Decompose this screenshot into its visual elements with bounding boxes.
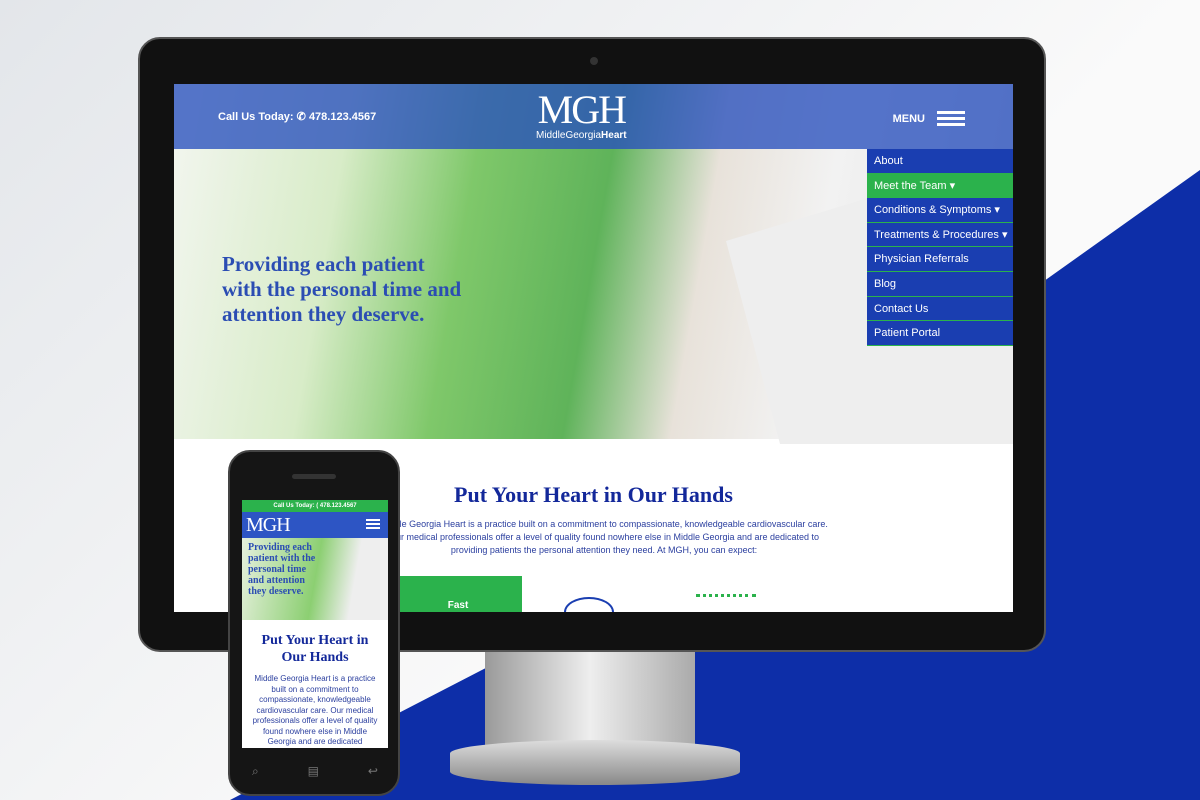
phone-icon: ✆ (296, 111, 306, 123)
logo[interactable]: MGH MiddleGeorgiaHeart (536, 87, 627, 142)
hero-tagline: Providing each patient with the personal… (222, 252, 462, 326)
mobile-section-body: Middle Georgia Heart is a practice built… (252, 674, 378, 746)
phone-buttons: ⌕ ▤ ↩ (252, 764, 378, 779)
hamburger-icon[interactable] (366, 517, 380, 531)
feature-icon (564, 597, 614, 612)
mobile-phone: Call Us Today: ( 478.123.4567 MGH Provid… (228, 450, 400, 796)
nav-item-about[interactable]: About (867, 149, 1013, 174)
mobile-hero: Providing each patient with the personal… (242, 538, 388, 620)
nav-item-patient-portal[interactable]: Patient Portal (867, 321, 1013, 346)
mobile-website: Call Us Today: ( 478.123.4567 MGH Provid… (242, 500, 388, 748)
menu-label: MENU (892, 112, 925, 125)
logo-text-bold: Heart (601, 130, 627, 141)
nav-dropdown: About Meet the Team ▾ Conditions & Sympt… (867, 149, 1013, 346)
mobile-tagline: Providing each patient with the personal… (248, 542, 316, 597)
hamburger-icon (937, 108, 965, 129)
phone-speaker (292, 474, 336, 479)
logo-mark: MGH (537, 87, 627, 132)
heart-circuit-icon (696, 594, 756, 612)
mobile-section-title: Put Your Heart in Our Hands (261, 633, 369, 665)
search-icon[interactable]: ⌕ (252, 764, 259, 779)
nav-item-contact[interactable]: Contact Us (867, 297, 1013, 322)
logo-text: MiddleGeorgia (536, 130, 602, 141)
mobile-call-bar[interactable]: Call Us Today: ( 478.123.4567 (242, 500, 388, 512)
monitor-base (450, 740, 740, 785)
mobile-header: MGH (242, 512, 388, 538)
call-link[interactable]: Call Us Today: ✆ 478.123.4567 (218, 110, 376, 123)
camera-icon (590, 57, 598, 65)
section-body: Middle Georgia Heart is a practice built… (380, 519, 828, 555)
home-icon[interactable]: ▤ (308, 764, 319, 779)
menu-button[interactable]: MENU (893, 108, 965, 129)
monitor-stand (485, 652, 695, 747)
feature-card-fast[interactable]: Fast (394, 576, 522, 612)
nav-item-treatments[interactable]: Treatments & Procedures ▾ (867, 223, 1013, 248)
back-icon[interactable]: ↩ (368, 764, 378, 779)
call-label: Call Us Today: (218, 111, 294, 123)
phone-number: 478.123.4567 (308, 111, 377, 123)
mobile-logo[interactable]: MGH (246, 514, 291, 537)
nav-item-referrals[interactable]: Physician Referrals (867, 247, 1013, 272)
site-header: Call Us Today: ✆ 478.123.4567 MGH Middle… (174, 84, 1013, 149)
nav-item-conditions[interactable]: Conditions & Symptoms ▾ (867, 198, 1013, 223)
nav-item-blog[interactable]: Blog (867, 272, 1013, 297)
nav-item-meet-the-team[interactable]: Meet the Team ▾ (867, 173, 1013, 199)
